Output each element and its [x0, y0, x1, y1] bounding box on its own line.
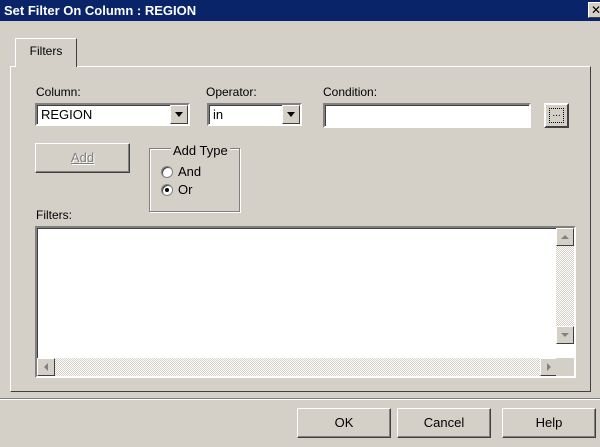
- radio-or-label[interactable]: Or: [178, 182, 192, 197]
- add-button-label: Add: [70, 150, 95, 165]
- condition-input[interactable]: [323, 103, 531, 128]
- cancel-button[interactable]: Cancel: [397, 408, 491, 438]
- radio-and-label[interactable]: And: [178, 164, 201, 179]
- column-label: Column:: [36, 85, 81, 99]
- close-icon[interactable]: ✕: [588, 2, 600, 18]
- column-select-value: REGION: [41, 107, 93, 122]
- vertical-scrollbar[interactable]: [556, 228, 574, 344]
- arrow-down-icon: [561, 333, 569, 337]
- arrow-left-icon: [44, 363, 48, 371]
- operator-label: Operator:: [206, 85, 257, 99]
- chevron-down-icon[interactable]: [282, 105, 300, 124]
- chevron-down-icon[interactable]: [170, 105, 188, 124]
- scroll-down-button[interactable]: [556, 326, 574, 344]
- scroll-left-button[interactable]: [37, 358, 55, 376]
- footer-divider: [0, 398, 600, 400]
- scrollbar-corner: [556, 358, 574, 376]
- operator-select[interactable]: in: [207, 103, 302, 126]
- add-button[interactable]: Add: [35, 143, 130, 173]
- dialog-title: Set Filter On Column : REGION: [4, 3, 197, 18]
- help-button[interactable]: Help: [502, 408, 596, 438]
- filters-listbox[interactable]: [35, 226, 576, 378]
- browse-button[interactable]: ...: [544, 103, 569, 128]
- filters-label: Filters:: [36, 208, 72, 222]
- ellipsis-icon: ...: [549, 108, 564, 123]
- arrow-up-icon: [561, 235, 569, 239]
- scroll-up-button[interactable]: [556, 228, 574, 246]
- add-type-legend: Add Type: [171, 143, 230, 158]
- operator-select-value: in: [213, 107, 224, 122]
- ok-button[interactable]: OK: [297, 408, 391, 438]
- arrow-right-icon: [547, 363, 551, 371]
- condition-label: Condition:: [323, 85, 378, 99]
- column-select[interactable]: REGION: [35, 103, 190, 126]
- radio-or[interactable]: [161, 184, 173, 196]
- tab-filters[interactable]: Filters: [15, 38, 77, 67]
- horizontal-scrollbar[interactable]: [37, 358, 558, 376]
- dialog-window: Set Filter On Column : REGION ✕ Filters …: [0, 0, 600, 447]
- title-bar: Set Filter On Column : REGION ✕: [0, 0, 600, 21]
- radio-and[interactable]: [161, 166, 173, 178]
